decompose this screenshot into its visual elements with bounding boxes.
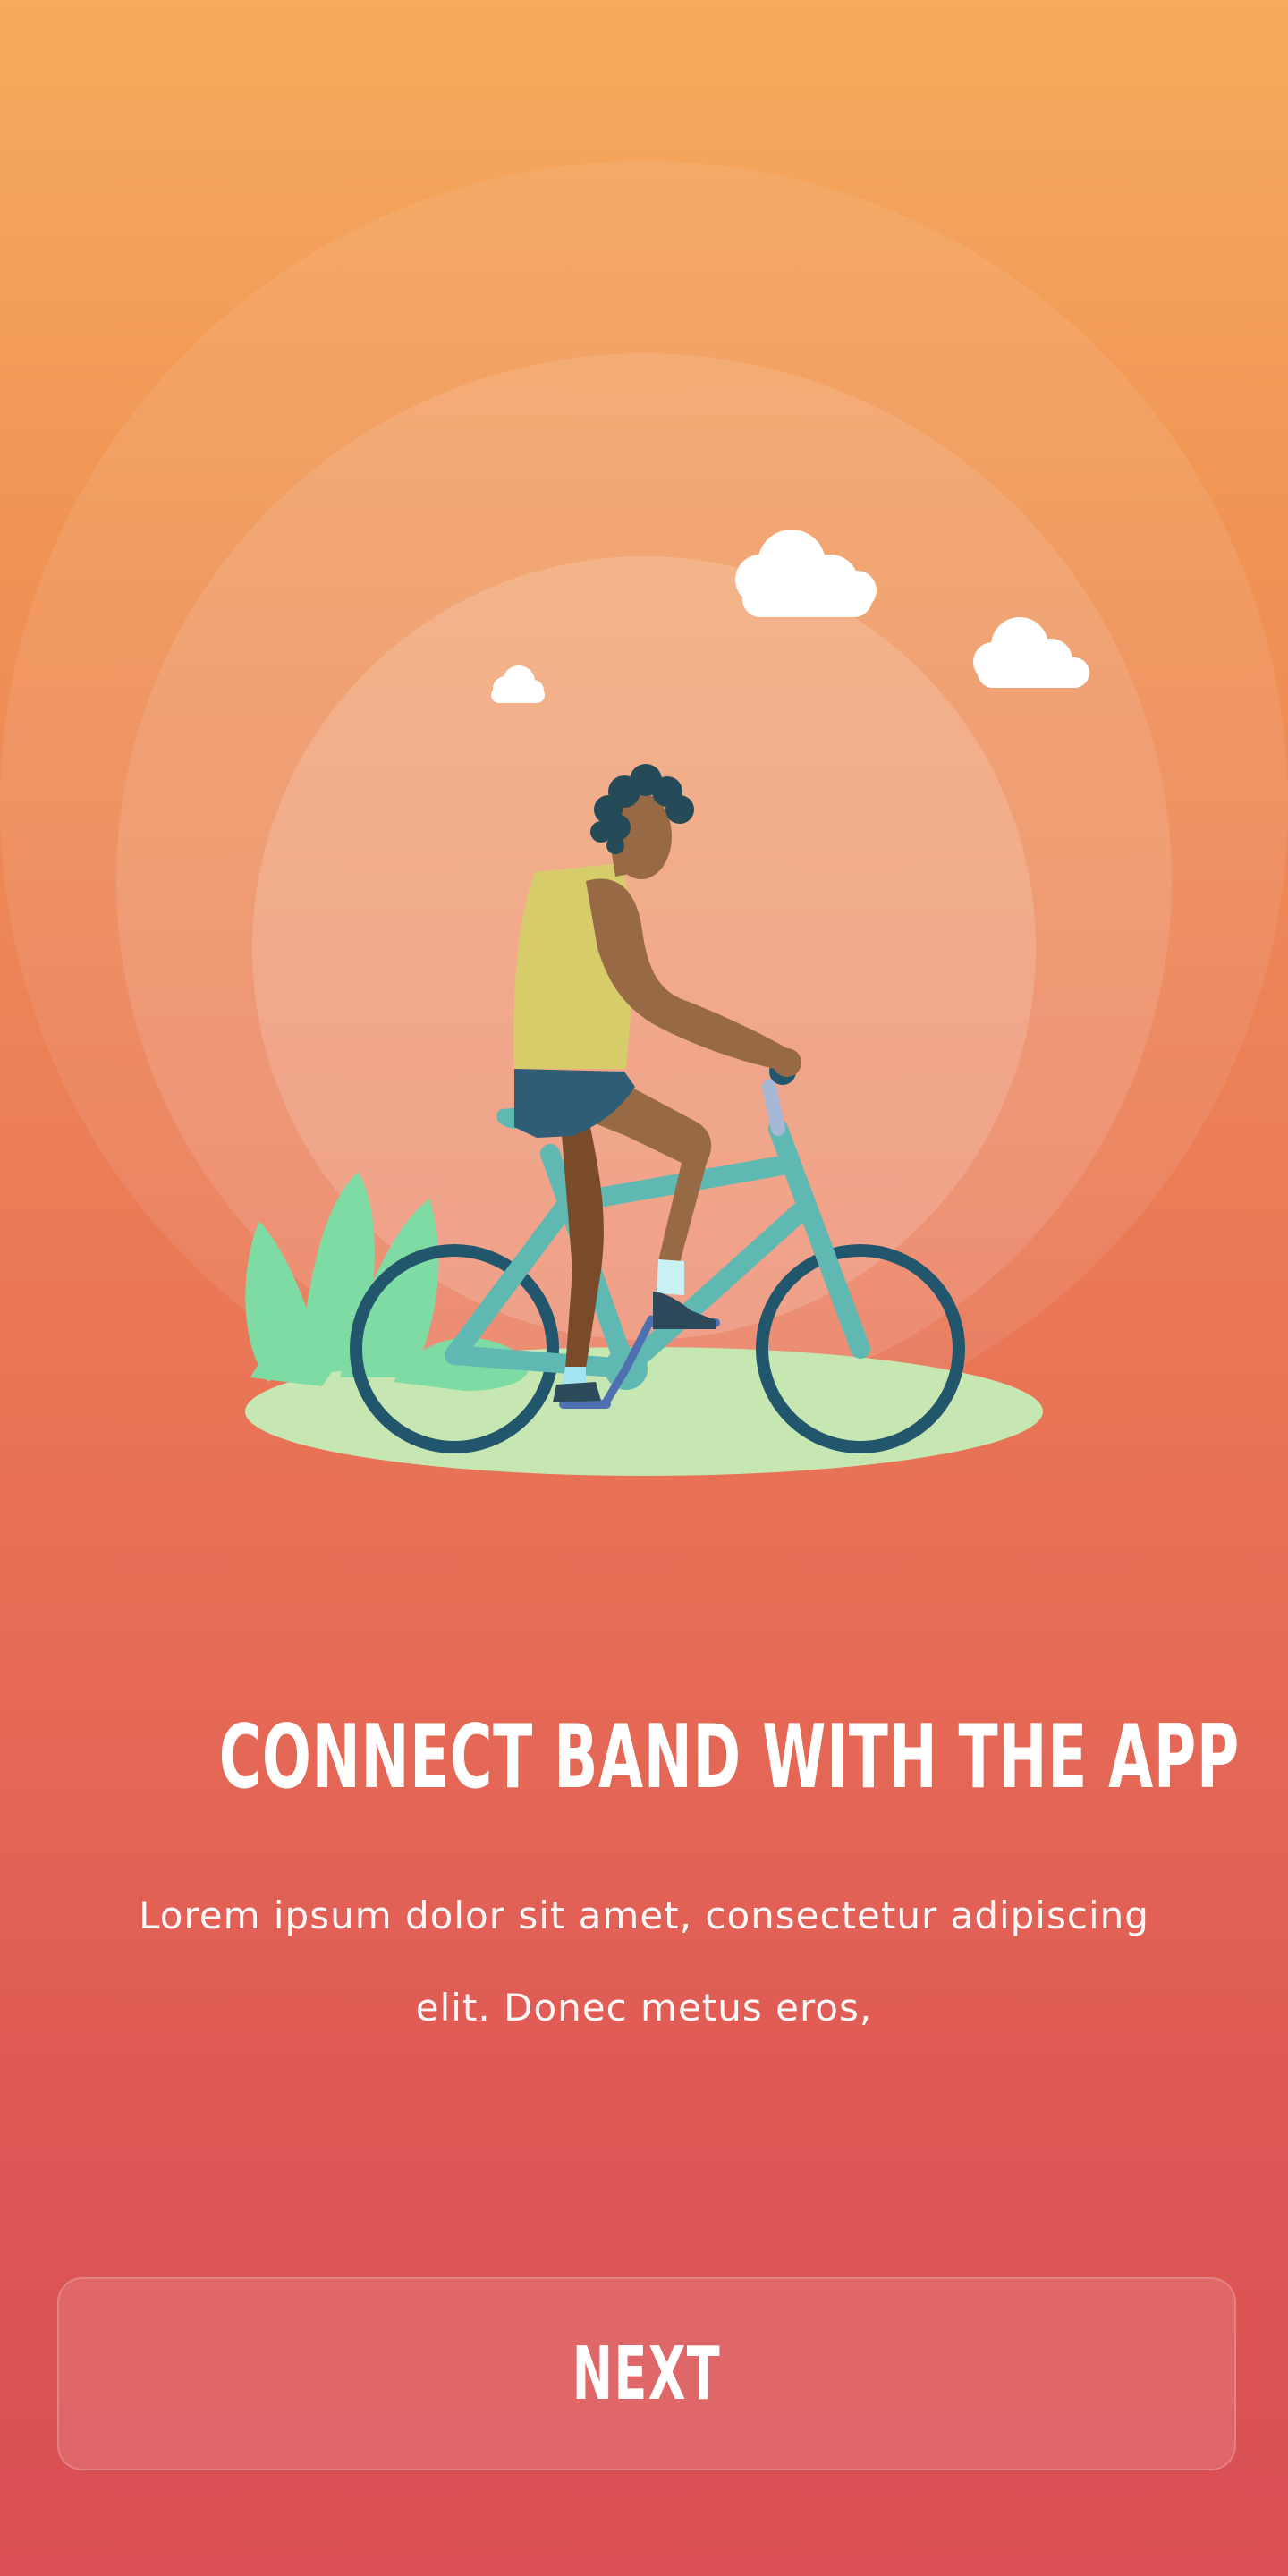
hero-illustration: [0, 161, 1288, 1476]
next-button[interactable]: NEXT: [57, 2277, 1236, 2470]
onboarding-screen: CONNECT BAND WITH THE APP Lorem ipsum do…: [0, 0, 1288, 2576]
next-button-label: NEXT: [572, 2331, 722, 2417]
onboarding-title: CONNECT BAND WITH THE APP: [218, 1707, 1241, 1809]
onboarding-description: Lorem ipsum dolor sit amet, consectetur …: [139, 1894, 1149, 2029]
